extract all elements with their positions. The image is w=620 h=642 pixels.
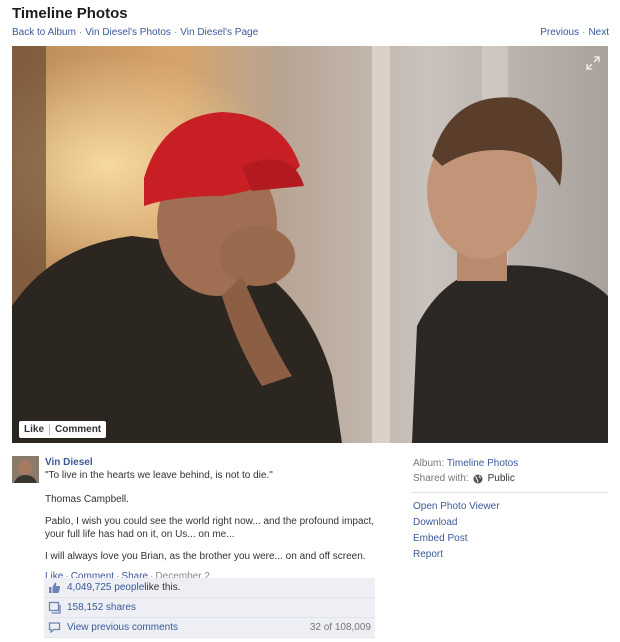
previous-link[interactable]: Previous bbox=[540, 27, 579, 38]
author-name-link[interactable]: Vin Diesel bbox=[45, 457, 93, 468]
main-photo[interactable]: Like Comment bbox=[12, 46, 608, 443]
likes-row: 4,049,725 people like this. bbox=[44, 578, 375, 598]
expand-icon[interactable] bbox=[586, 56, 600, 70]
album-name-link[interactable]: Timeline Photos bbox=[447, 456, 518, 471]
breadcrumb-separator: · bbox=[173, 27, 178, 38]
page-title: Timeline Photos bbox=[12, 5, 128, 22]
photo-image bbox=[12, 46, 608, 443]
breadcrumb-separator: · bbox=[78, 27, 83, 38]
embed-post-link[interactable]: Embed Post bbox=[413, 531, 608, 547]
post-attribution: Thomas Campbell. bbox=[45, 494, 129, 505]
shares-link[interactable]: 158,152 shares bbox=[67, 602, 136, 613]
photo-sidebar: Album: Timeline Photos Shared with: Publ… bbox=[412, 456, 608, 563]
next-link[interactable]: Next bbox=[588, 27, 609, 38]
pager-separator: · bbox=[582, 27, 586, 38]
post-paragraph: I will always love you Brian, as the bro… bbox=[45, 551, 366, 562]
photo-like-button[interactable]: Like bbox=[24, 424, 44, 435]
album-row: Album: Timeline Photos bbox=[413, 456, 608, 471]
feedback-box: 4,049,725 people like this. 158,152 shar… bbox=[44, 578, 375, 638]
album-label: Album: bbox=[413, 458, 445, 469]
download-link[interactable]: Download bbox=[413, 515, 608, 531]
thumbs-up-icon bbox=[49, 582, 61, 593]
back-to-album-link[interactable]: Back to Album bbox=[12, 27, 76, 38]
divider bbox=[49, 424, 51, 435]
photo-action-bar: Like Comment bbox=[19, 421, 107, 438]
likes-suffix: like this. bbox=[144, 582, 181, 593]
shared-with-label: Shared with: bbox=[413, 473, 469, 484]
open-photo-viewer-link[interactable]: Open Photo Viewer bbox=[413, 499, 608, 515]
photo-comment-button[interactable]: Comment bbox=[55, 424, 101, 435]
post-quote: "To live in the hearts we leave behind, … bbox=[45, 470, 273, 481]
photos-link[interactable]: Vin Diesel's Photos bbox=[85, 27, 171, 38]
comment-icon bbox=[48, 622, 61, 634]
avatar[interactable] bbox=[12, 456, 39, 483]
photo-pager: Previous · Next bbox=[540, 27, 609, 38]
breadcrumb: Back to Album · Vin Diesel's Photos · Vin Di… bbox=[12, 27, 258, 38]
avatar-image bbox=[12, 456, 39, 483]
share-icon bbox=[48, 601, 61, 614]
report-link[interactable]: Report bbox=[413, 547, 608, 563]
globe-icon bbox=[473, 474, 483, 483]
likes-count-link[interactable]: 4,049,725 people bbox=[67, 582, 144, 593]
view-previous-comments-link[interactable]: View previous comments bbox=[67, 622, 178, 633]
comments-row: View previous comments 32 of 108,009 bbox=[44, 618, 375, 638]
post-body: Vin Diesel "To live in the hearts we lea… bbox=[45, 456, 385, 583]
shares-row: 158,152 shares bbox=[44, 598, 375, 618]
page-link[interactable]: Vin Diesel's Page bbox=[180, 27, 258, 38]
post-paragraph: Pablo, I wish you could see the world ri… bbox=[45, 516, 375, 540]
privacy-row: Shared with: Public bbox=[413, 471, 608, 486]
divider bbox=[412, 492, 608, 493]
privacy-value[interactable]: Public bbox=[488, 471, 515, 486]
comments-count: 32 of 108,009 bbox=[309, 622, 371, 633]
